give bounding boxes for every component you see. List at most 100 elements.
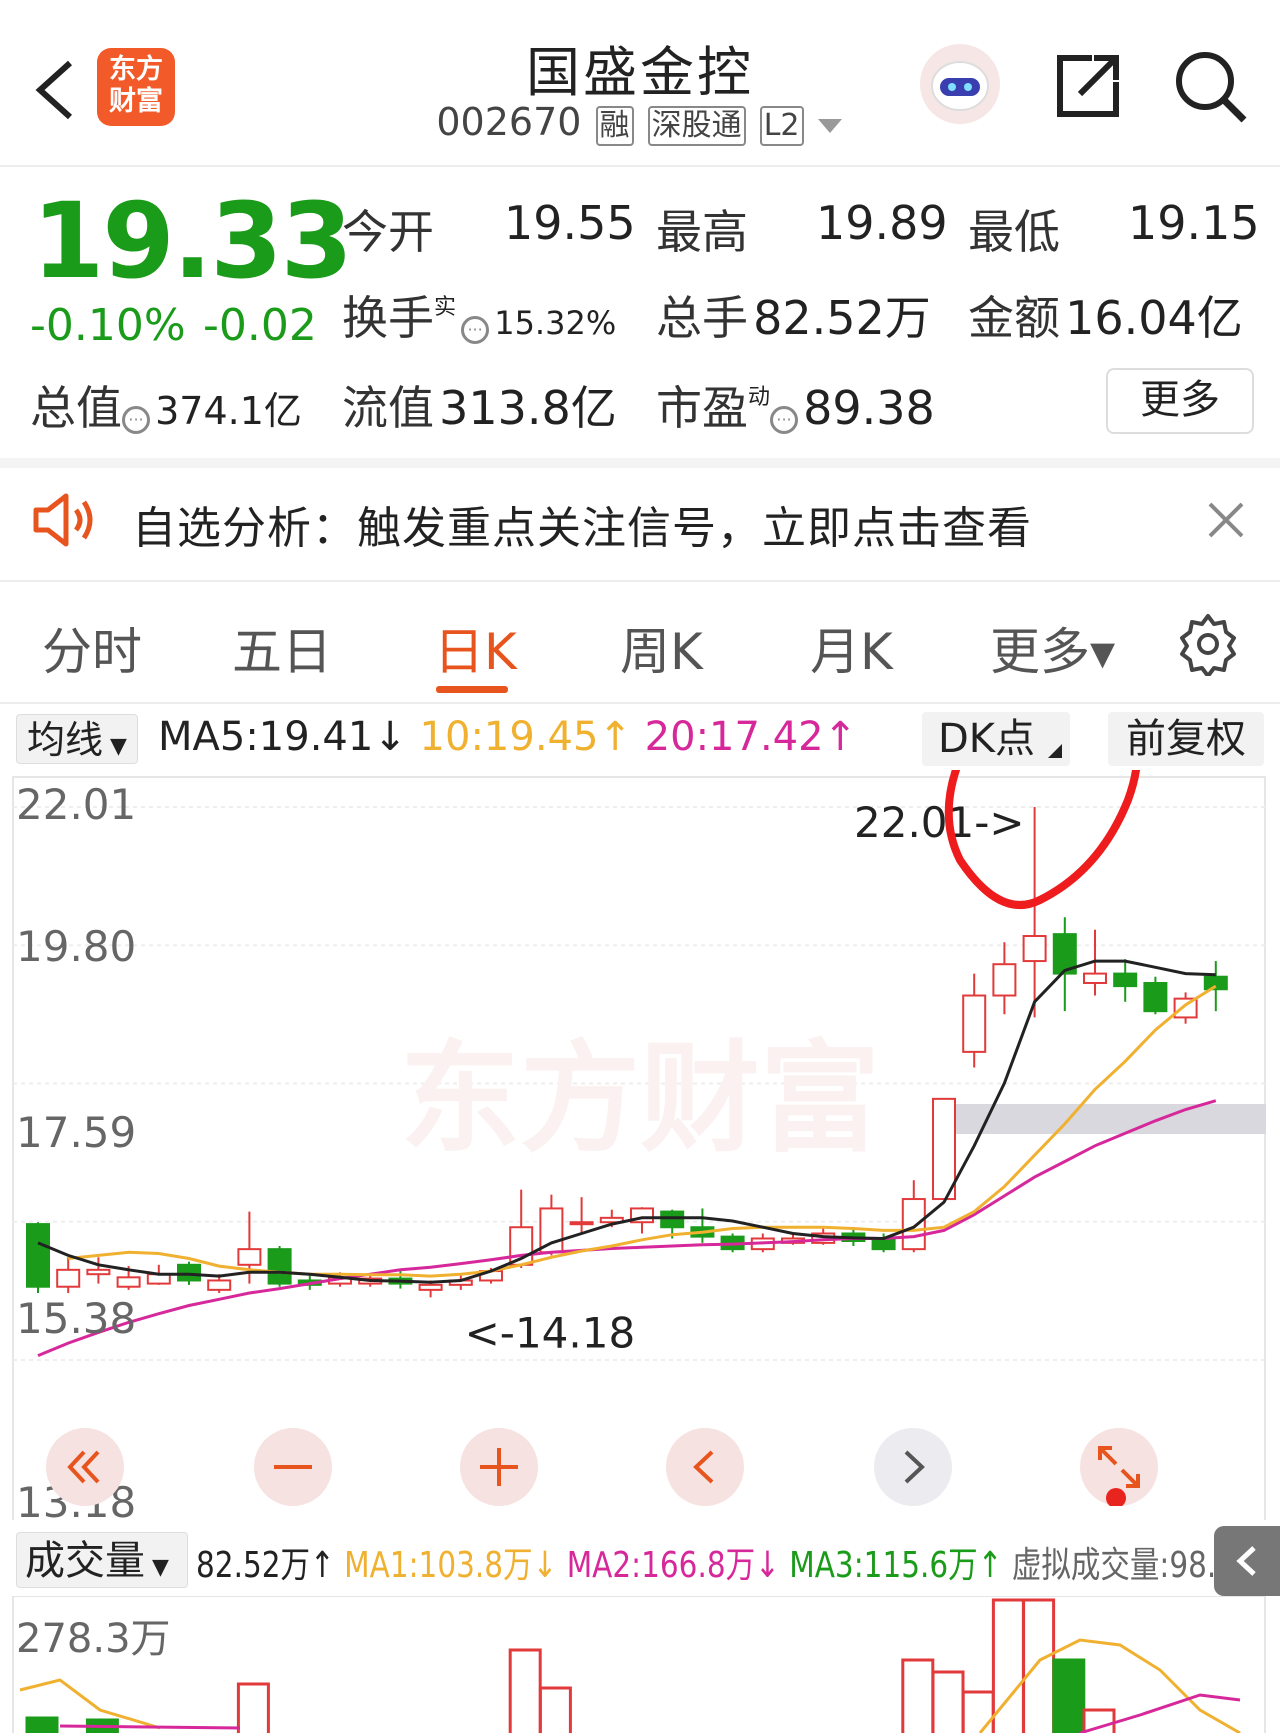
- candle: [901, 1180, 926, 1253]
- low-value: 19.15: [1128, 196, 1260, 250]
- zoom-out-button[interactable]: [254, 1428, 332, 1506]
- mktcap-value: 374.1亿: [155, 389, 302, 433]
- dk-zone-band: [954, 1104, 1266, 1134]
- pe-sup: 动: [748, 384, 771, 410]
- candle-body: [1143, 981, 1168, 1013]
- tag-level2: L2: [759, 106, 804, 146]
- volume-bar: [538, 1686, 572, 1733]
- ma-values: MA5:19.41↓ 10:19.45↑ 20:17.42↑: [158, 714, 857, 760]
- gear-icon: [1180, 614, 1236, 678]
- change-percent: -0.10%: [30, 300, 186, 351]
- candle-body: [1083, 972, 1107, 984]
- candle-body: [660, 1210, 685, 1229]
- candle-body: [207, 1279, 232, 1291]
- chart-settings-button[interactable]: [1176, 612, 1240, 680]
- max-price-label: 22.01->: [854, 798, 1025, 847]
- candle-body: [871, 1238, 896, 1251]
- active-tab-underline: [436, 686, 508, 693]
- back-button[interactable]: [30, 55, 90, 125]
- candle: [569, 1197, 594, 1234]
- volume-bar: [236, 1682, 270, 1733]
- tab-intraday[interactable]: 分时: [42, 612, 142, 684]
- collapse-panel-button[interactable]: [1214, 1526, 1280, 1596]
- search-icon: [1176, 52, 1247, 123]
- turnover-label: 换手: [342, 291, 434, 345]
- robot-avatar-button[interactable]: [918, 42, 1002, 126]
- candle: [1113, 959, 1138, 1002]
- scroll-far-left-button[interactable]: [46, 1428, 124, 1506]
- high-label: 最高: [656, 205, 748, 259]
- adjust-price-button[interactable]: 前复权: [1108, 712, 1264, 766]
- tab-daily-k[interactable]: 日K: [434, 612, 517, 684]
- volume-indicator-selector[interactable]: 成交量 ▼: [16, 1532, 188, 1588]
- scroll-left-button[interactable]: [666, 1428, 744, 1506]
- candle-body: [962, 994, 987, 1053]
- candle-body: [901, 1198, 926, 1251]
- volume-item: 总手 82.52万: [656, 282, 931, 348]
- vol-ma1: MA1:103.8万↓: [344, 1545, 558, 1586]
- share-button[interactable]: [1052, 50, 1124, 122]
- double-chevron-left-icon: [67, 1450, 100, 1484]
- scroll-right-button[interactable]: [874, 1428, 952, 1506]
- notice-close-button[interactable]: [1206, 500, 1246, 544]
- candle-body: [1113, 972, 1138, 988]
- volume-bar: [961, 1690, 995, 1733]
- kline-chart[interactable]: 东方财富 22.01-> <-14.18: [0, 770, 1280, 1520]
- volume-bar: [1052, 1658, 1086, 1733]
- search-button[interactable]: [1172, 48, 1248, 124]
- candle: [1022, 807, 1047, 1018]
- candle: [267, 1246, 292, 1287]
- volume-chart[interactable]: [0, 1596, 1280, 1733]
- candle: [56, 1257, 81, 1293]
- volume-bar: [1022, 1598, 1056, 1733]
- ma20-value: 20:17.42↑: [644, 714, 858, 760]
- volume-label: 总手: [656, 291, 748, 345]
- y-tick-2: 19.80: [16, 922, 137, 971]
- zoom-in-button[interactable]: [460, 1428, 538, 1506]
- amount-label: 金额: [968, 291, 1060, 345]
- volume-bar: [508, 1648, 542, 1733]
- tab-five-day[interactable]: 五日: [232, 612, 332, 684]
- candle-body: [1022, 935, 1047, 963]
- change-amount: -0.02: [203, 300, 317, 351]
- ma5-value: MA5:19.41↓: [158, 714, 407, 760]
- pe-label: 市盈: [656, 381, 748, 435]
- turnover-value: 15.32%: [494, 304, 617, 342]
- volume-bar: [901, 1658, 935, 1733]
- float-cap-item: 流值 313.8亿: [342, 372, 617, 438]
- candle: [1143, 976, 1168, 1015]
- indicator-selector[interactable]: 均线 ▼: [16, 714, 138, 764]
- candle-body: [569, 1221, 594, 1226]
- volume-bar: [25, 1716, 59, 1733]
- more-quote-button[interactable]: 更多: [1106, 368, 1254, 434]
- mktcap-item[interactable]: 总值 ··· 374.1亿: [30, 372, 302, 438]
- high-value: 19.89: [816, 196, 948, 250]
- triangle-down-icon: [817, 118, 842, 133]
- low-label: 最低: [968, 205, 1060, 259]
- candle-body: [418, 1283, 443, 1291]
- y-tick-4: 15.38: [16, 1294, 137, 1343]
- pe-item[interactable]: 市盈动··· 89.38: [656, 372, 935, 438]
- candle-body: [992, 963, 1017, 997]
- y-tick-1: 22.01: [16, 780, 137, 829]
- chart-watermark: 东方财富: [400, 1030, 880, 1169]
- tab-monthly-k[interactable]: 月K: [810, 612, 893, 684]
- tab-weekly-k[interactable]: 周K: [620, 612, 703, 684]
- pe-value: 89.38: [803, 381, 935, 435]
- tab-more[interactable]: 更多▾: [990, 612, 1115, 684]
- candle: [1173, 992, 1198, 1024]
- last-price: 19.33: [32, 180, 353, 302]
- notice-text[interactable]: 自选分析：触发重点关注信号，立即点击查看: [132, 492, 1032, 556]
- chevron-left-icon: [1236, 1546, 1256, 1576]
- expand-icon: [1098, 1446, 1140, 1508]
- volume-value: 82.52万: [753, 291, 931, 345]
- indicator-selector-label: 均线: [27, 718, 104, 762]
- logo-text-line2: 财富: [109, 86, 163, 117]
- stock-code-line[interactable]: 002670 融 深股通 L2: [430, 100, 850, 146]
- logo-text-line1: 东方: [109, 54, 163, 85]
- turnover-item[interactable]: 换手实 ··· 15.32%: [342, 282, 616, 348]
- candle: [1052, 917, 1077, 1012]
- tag-margin: 融: [595, 106, 634, 146]
- fullscreen-button[interactable]: [1080, 1428, 1158, 1508]
- dk-point-button[interactable]: DK点: [922, 712, 1070, 766]
